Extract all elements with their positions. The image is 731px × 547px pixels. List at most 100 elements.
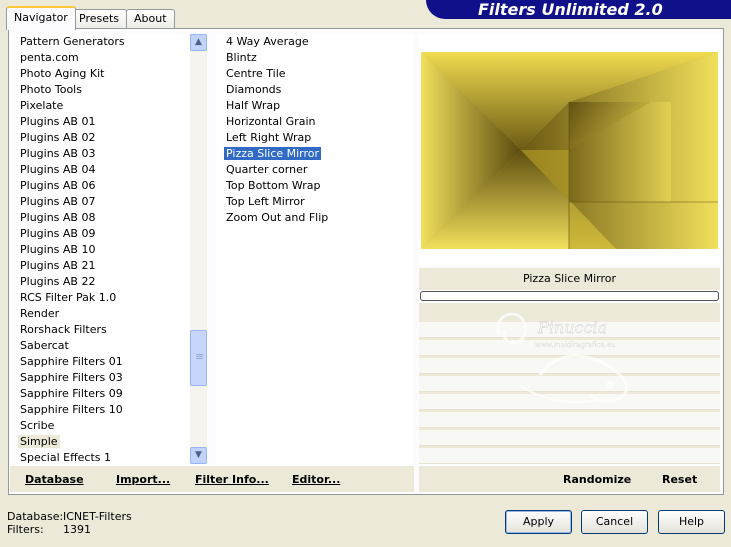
selected-filter-title: Pizza Slice Mirror [419,268,720,290]
list-item[interactable]: Plugins AB 09 [10,226,208,242]
list-item[interactable]: Scribe [10,418,208,434]
list-item-label: Photo Tools [20,83,82,96]
list-item-label: Sapphire Filters 10 [20,403,123,416]
list-item[interactable]: Photo Tools [10,82,208,98]
list-item[interactable]: Sapphire Filters 09 [10,386,208,402]
tab-presets[interactable]: Presets [71,9,128,29]
list-item-label: Plugins AB 03 [20,147,96,160]
list-item[interactable]: Plugins AB 08 [10,210,208,226]
list-item-label: Sapphire Filters 03 [20,371,123,384]
list-item-label: Plugins AB 01 [20,115,96,128]
list-item[interactable]: Pattern Generators [10,34,208,50]
cancel-button[interactable]: Cancel [581,510,648,534]
list-item-label: Scribe [20,419,55,432]
tab-navigator[interactable]: Navigator [6,6,76,30]
list-item[interactable]: Plugins AB 21 [10,258,208,274]
list-item[interactable]: Plugins AB 07 [10,194,208,210]
list-item-label: Plugins AB 08 [20,211,96,224]
list-item[interactable]: Plugins AB 06 [10,178,208,194]
list-item[interactable]: Pixelate [10,98,208,114]
app-banner: Filters Unlimited 2.0 [426,0,731,19]
list-item-label: 4 Way Average [226,35,309,48]
filter-list[interactable]: 4 Way Average Blintz Centre Tile Diamonds Ha… [216,34,414,464]
parameter-row [419,448,720,464]
list-item[interactable]: Left Right Wrap [216,130,414,146]
list-item-label: Centre Tile [226,67,286,80]
database-label: Database: [7,510,64,523]
database-link[interactable]: Database [25,473,84,486]
list-item-label: Rorshack Filters [20,323,107,336]
list-item[interactable]: 4 Way Average [216,34,414,50]
list-item-label: Plugins AB 02 [20,131,96,144]
list-item-label: Horizontal Grain [226,115,316,128]
list-item[interactable]: Top Bottom Wrap [216,178,414,194]
help-button[interactable]: Help [658,510,725,534]
randomize-link[interactable]: Randomize [563,473,631,486]
list-item-label: Pattern Generators [20,35,125,48]
preview-image [421,52,718,249]
watermark-name: Pinuccia [537,318,607,337]
filter-info-link[interactable]: Filter Info... [195,473,269,486]
list-item[interactable]: Sapphire Filters 10 [10,402,208,418]
filters-count: 1391 [63,523,91,536]
progress-bar [420,291,719,301]
list-item-label: Plugins AB 10 [20,243,96,256]
list-item[interactable]: Top Left Mirror [216,194,414,210]
list-item-label: Zoom Out and Flip [226,211,329,224]
apply-button[interactable]: Apply [505,510,572,534]
category-list[interactable]: Pattern Generators penta.com Photo Aging K… [10,34,208,464]
list-item-label: RCS Filter Pak 1.0 [20,291,117,304]
list-item[interactable]: Render [10,306,208,322]
status-area: Database:ICNET-Filters Filters: 1391 [7,510,132,536]
watermark-site: www.maidiragrafica.eu [535,341,616,349]
list-item[interactable]: Zoom Out and Flip [216,210,414,226]
list-item-label: Plugins AB 22 [20,275,96,288]
list-item[interactable]: Quarter corner [216,162,414,178]
tab-about[interactable]: About [126,9,175,29]
list-item[interactable]: Rorshack Filters [10,322,208,338]
filters-label: Filters: [7,523,44,536]
list-item[interactable]: Plugins AB 02 [10,130,208,146]
list-item[interactable]: Centre Tile [216,66,414,82]
list-item[interactable]: Plugins AB 10 [10,242,208,258]
list-item[interactable]: Diamonds [216,82,414,98]
list-item-label: Plugins AB 21 [20,259,96,272]
watermark-logo: Pinuccia www.maidiragrafica.eu [480,305,660,415]
list-item-label: penta.com [20,51,79,64]
editor-link[interactable]: Editor... [292,473,340,486]
list-item[interactable]: Special Effects 1 [10,450,208,464]
category-scrollbar[interactable]: ▲ ▼ [190,34,207,464]
list-item[interactable]: Sabercat [10,338,208,354]
reset-link[interactable]: Reset [662,473,697,486]
import-link[interactable]: Import... [116,473,170,486]
list-item[interactable]: Plugins AB 01 [10,114,208,130]
list-item[interactable]: RCS Filter Pak 1.0 [10,290,208,306]
preview-toolbar: Randomize Reset [419,466,720,492]
list-item-label: Sabercat [20,339,69,352]
list-item-label: Plugins AB 07 [20,195,96,208]
list-item-label: Top Bottom Wrap [226,179,321,192]
scroll-up-button[interactable]: ▲ [190,34,207,51]
scroll-thumb[interactable] [190,330,207,386]
list-item[interactable]: Plugins AB 04 [10,162,208,178]
list-item[interactable]: Simple [10,434,208,450]
list-item[interactable]: Horizontal Grain [216,114,414,130]
list-item-label: Half Wrap [226,99,281,112]
list-item-label: Render [20,307,60,320]
list-item-label: Left Right Wrap [226,131,312,144]
list-item[interactable]: Pizza Slice Mirror [216,146,414,162]
list-item[interactable]: Sapphire Filters 01 [10,354,208,370]
list-item[interactable]: Sapphire Filters 03 [10,370,208,386]
list-item[interactable]: Blintz [216,50,414,66]
list-item[interactable]: Photo Aging Kit [10,66,208,82]
list-item[interactable]: penta.com [10,50,208,66]
list-item[interactable]: Plugins AB 03 [10,146,208,162]
list-item-label: Special Effects 1 [20,451,112,464]
scroll-down-button[interactable]: ▼ [190,447,207,464]
list-item-label: Plugins AB 04 [20,163,96,176]
list-item-label: Blintz [226,51,257,64]
list-item[interactable]: Plugins AB 22 [10,274,208,290]
list-item-label: Photo Aging Kit [20,67,105,80]
list-item[interactable]: Half Wrap [216,98,414,114]
list-toolbar: Database Import... Filter Info... Editor… [10,466,414,492]
